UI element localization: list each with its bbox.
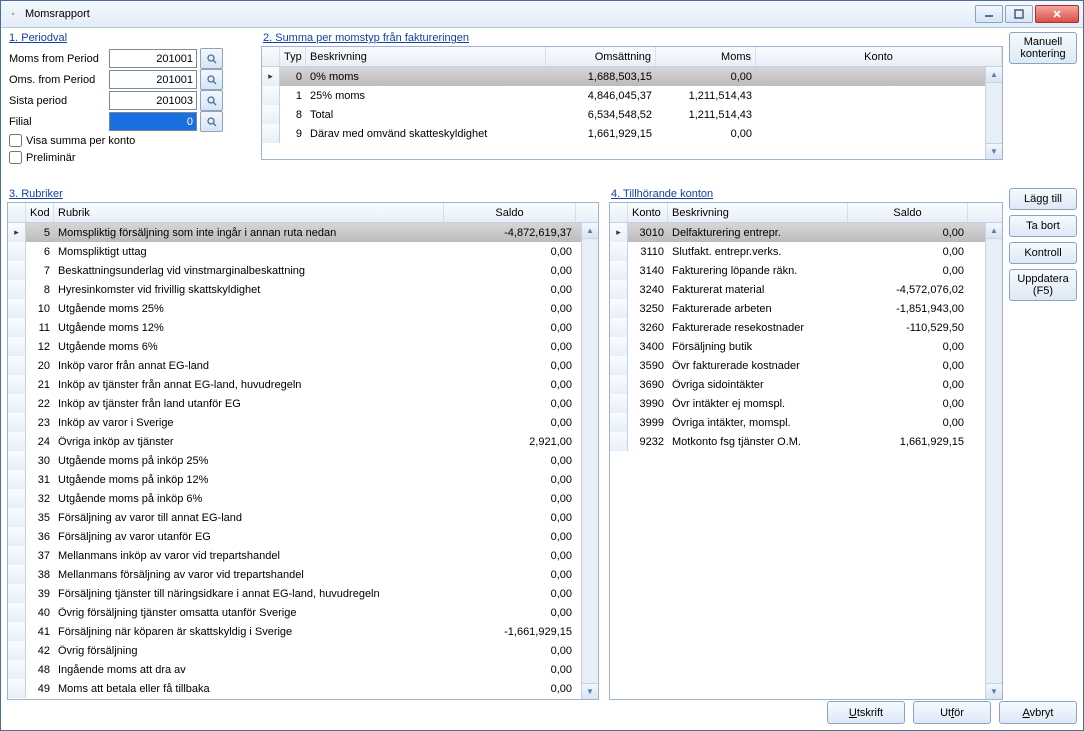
konton-row[interactable]: 3140Fakturering löpande räkn.0,00	[610, 261, 1002, 280]
ta-bort-button[interactable]: Ta bort	[1009, 215, 1077, 237]
summa-row[interactable]: 125% moms4,846,045,371,211,514,43	[262, 86, 1002, 105]
rubriker-row[interactable]: 5Momspliktig försäljning som inte ingår …	[8, 223, 598, 242]
utskrift-button[interactable]: Utskrift	[827, 701, 905, 724]
periodval-title: 1. Periodval	[9, 32, 255, 44]
col-rubrik[interactable]: Rubrik	[54, 203, 444, 222]
app-icon: ◦	[5, 6, 21, 22]
preliminar-label: Preliminär	[26, 152, 76, 164]
col-kod[interactable]: Kod	[26, 203, 54, 222]
rubriker-row[interactable]: 24Övriga inköp av tjänster2,921,00	[8, 432, 598, 451]
manuell-kontering-button[interactable]: Manuell kontering	[1009, 32, 1077, 64]
rubriker-row[interactable]: 12Utgående moms 6%0,00	[8, 337, 598, 356]
rubriker-row[interactable]: 21Inköp av tjänster från annat EG-land, …	[8, 375, 598, 394]
rubriker-row[interactable]: 36Försäljning av varor utanför EG0,00	[8, 527, 598, 546]
col-oms[interactable]: Omsättning	[546, 47, 656, 66]
minimize-button[interactable]	[975, 5, 1003, 23]
window-title: Momsrapport	[25, 8, 975, 20]
rubriker-row[interactable]: 37Mellanmans inköp av varor vid treparts…	[8, 546, 598, 565]
filial-label: Filial	[9, 116, 109, 128]
oms-from-input[interactable]	[109, 70, 197, 89]
summa-grid[interactable]: Typ Beskrivning Omsättning Moms Konto 00…	[261, 46, 1003, 160]
summa-row[interactable]: 00% moms1,688,503,150,00	[262, 67, 1002, 86]
rubriker-scrollbar[interactable]	[581, 223, 598, 699]
lagg-till-button[interactable]: Lägg till	[1009, 188, 1077, 210]
konton-row[interactable]: 3400Försäljning butik0,00	[610, 337, 1002, 356]
rubriker-row[interactable]: 32Utgående moms på inköp 6%0,00	[8, 489, 598, 508]
konton-row[interactable]: 3590Övr fakturerade kostnader0,00	[610, 356, 1002, 375]
filial-input[interactable]	[109, 112, 197, 131]
rubriker-row[interactable]: 31Utgående moms på inköp 12%0,00	[8, 470, 598, 489]
konton-scrollbar[interactable]	[985, 223, 1002, 699]
col-konto[interactable]: Konto	[628, 203, 668, 222]
rubriker-row[interactable]: 39Försäljning tjänster till näringsidkar…	[8, 584, 598, 603]
rubriker-row[interactable]: 10Utgående moms 25%0,00	[8, 299, 598, 318]
avbryt-button[interactable]: Avbryt	[999, 701, 1077, 724]
rubriker-grid[interactable]: Kod Rubrik Saldo 5Momspliktig försäljnin…	[7, 202, 599, 700]
moms-from-label: Moms from Period	[9, 53, 109, 65]
sista-label: Sista period	[9, 95, 109, 107]
konton-row[interactable]: 3260Fakturerade resekostnader-110,529,50	[610, 318, 1002, 337]
rubriker-row[interactable]: 8Hyresinkomster vid frivillig skattskyld…	[8, 280, 598, 299]
konton-title: 4. Tillhörande konton	[611, 188, 1003, 200]
rubriker-row[interactable]: 42Övrig försäljning0,00	[8, 641, 598, 660]
konton-row[interactable]: 3999Övriga intäkter, momspl.0,00	[610, 413, 1002, 432]
rubriker-row[interactable]: 40Övrig försäljning tjänster omsatta uta…	[8, 603, 598, 622]
moms-from-input[interactable]	[109, 49, 197, 68]
col-moms[interactable]: Moms	[656, 47, 756, 66]
konton-row[interactable]: 3010Delfakturering entrepr.0,00	[610, 223, 1002, 242]
col-konto[interactable]: Konto	[756, 47, 1002, 66]
konton-row[interactable]: 3240Fakturerat material-4,572,076,02	[610, 280, 1002, 299]
visa-summa-label: Visa summa per konto	[26, 135, 135, 147]
maximize-button[interactable]	[1005, 5, 1033, 23]
rubriker-row[interactable]: 11Utgående moms 12%0,00	[8, 318, 598, 337]
col-beskr-k[interactable]: Beskrivning	[668, 203, 848, 222]
konton-row[interactable]: 3690Övriga sidointäkter0,00	[610, 375, 1002, 394]
konton-row[interactable]: 3250Fakturerade arbeten-1,851,943,00	[610, 299, 1002, 318]
sista-lookup-button[interactable]	[200, 90, 223, 111]
rubriker-row[interactable]: 30Utgående moms på inköp 25%0,00	[8, 451, 598, 470]
col-beskr[interactable]: Beskrivning	[306, 47, 546, 66]
rubriker-row[interactable]: 22Inköp av tjänster från land utanför EG…	[8, 394, 598, 413]
rubriker-row[interactable]: 35Försäljning av varor till annat EG-lan…	[8, 508, 598, 527]
rubriker-row[interactable]: 23Inköp av varor i Sverige0,00	[8, 413, 598, 432]
oms-from-lookup-button[interactable]	[200, 69, 223, 90]
summa-scrollbar[interactable]	[985, 67, 1002, 159]
uppdatera-button[interactable]: Uppdatera (F5)	[1009, 269, 1077, 301]
rubriker-row[interactable]: 41Försäljning när köparen är skattskyldi…	[8, 622, 598, 641]
rubriker-row[interactable]: 6Momspliktigt uttag0,00	[8, 242, 598, 261]
summa-title: 2. Summa per momstyp från faktureringen	[263, 32, 1003, 44]
rubriker-row[interactable]: 49Moms att betala eller få tillbaka0,00	[8, 679, 598, 698]
konton-grid[interactable]: Konto Beskrivning Saldo 3010Delfaktureri…	[609, 202, 1003, 700]
col-saldo[interactable]: Saldo	[444, 203, 576, 222]
konton-row[interactable]: 3990Övr intäkter ej momspl.0,00	[610, 394, 1002, 413]
col-saldo-k[interactable]: Saldo	[848, 203, 968, 222]
visa-summa-checkbox[interactable]	[9, 134, 22, 147]
kontroll-button[interactable]: Kontroll	[1009, 242, 1077, 264]
sista-input[interactable]	[109, 91, 197, 110]
titlebar: ◦ Momsrapport	[1, 1, 1083, 28]
preliminar-checkbox[interactable]	[9, 151, 22, 164]
close-button[interactable]	[1035, 5, 1079, 23]
konton-row[interactable]: 9232Motkonto fsg tjänster O.M.1,661,929,…	[610, 432, 1002, 451]
konton-row[interactable]: 3110Slutfakt. entrepr.verks.0,00	[610, 242, 1002, 261]
rubriker-row[interactable]: 20Inköp varor från annat EG-land0,00	[8, 356, 598, 375]
oms-from-label: Oms. from Period	[9, 74, 109, 86]
col-typ[interactable]: Typ	[280, 47, 306, 66]
summa-row[interactable]: 9Därav med omvänd skatteskyldighet1,661,…	[262, 124, 1002, 143]
moms-from-lookup-button[interactable]	[200, 48, 223, 69]
filial-lookup-button[interactable]	[200, 111, 223, 132]
summa-row[interactable]: 8Total6,534,548,521,211,514,43	[262, 105, 1002, 124]
rubriker-row[interactable]: 48Ingående moms att dra av0,00	[8, 660, 598, 679]
rubriker-row[interactable]: 38Mellanmans försäljning av varor vid tr…	[8, 565, 598, 584]
utfor-button[interactable]: Utför	[913, 701, 991, 724]
rubriker-row[interactable]: 7Beskattningsunderlag vid vinstmarginalb…	[8, 261, 598, 280]
rubriker-title: 3. Rubriker	[9, 188, 599, 200]
